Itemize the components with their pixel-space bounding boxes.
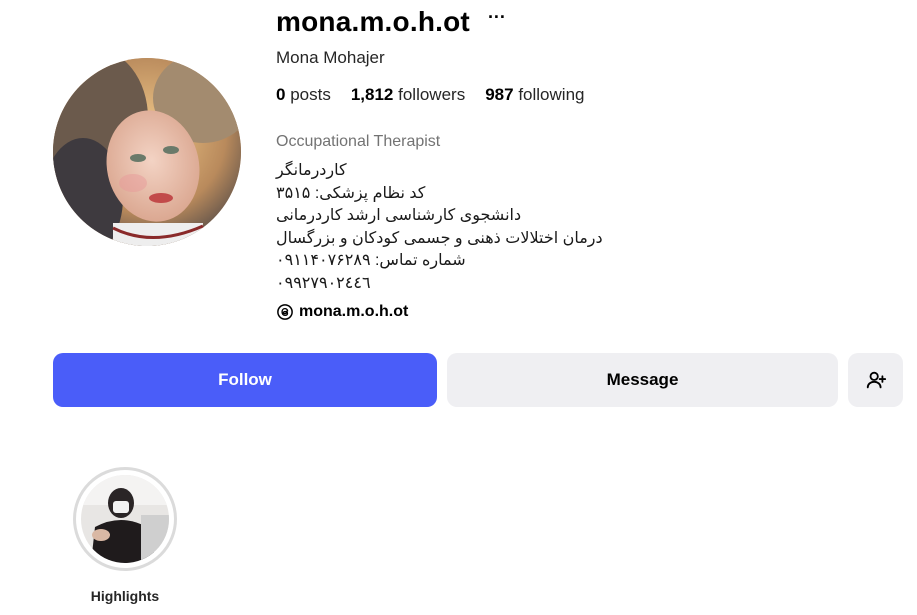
threads-link[interactable]: mona.m.o.h.ot bbox=[276, 303, 408, 321]
story-highlight[interactable]: Highlights bbox=[72, 467, 178, 604]
following-stat[interactable]: 987 following bbox=[485, 85, 584, 105]
bio-line: کد نظام پزشکی: ۳۵۱۵ bbox=[276, 184, 426, 202]
avatar-photo bbox=[53, 58, 241, 246]
bio-line: کاردرمانگر bbox=[276, 162, 347, 179]
message-button[interactable]: Message bbox=[447, 353, 838, 407]
bio-line: درمان اختلالات ذهنی و جسمی کودکان و بزرگ… bbox=[276, 229, 603, 247]
following-count: 987 bbox=[485, 85, 514, 104]
follow-button[interactable]: Follow bbox=[53, 353, 437, 407]
followers-count: 1,812 bbox=[350, 85, 394, 104]
profile-bio: کاردرمانگر کد نظام پزشکی: ۳۵۱۵ دانشجوی ک… bbox=[276, 160, 603, 296]
ellipsis-icon[interactable]: ··· bbox=[484, 8, 510, 36]
profile-category: Occupational Therapist bbox=[276, 133, 441, 150]
highlight-label: Highlights bbox=[90, 588, 160, 604]
add-user-icon bbox=[866, 371, 886, 389]
username: mona.m.o.h.ot bbox=[276, 6, 470, 37]
bio-line: ۰۹۹۲۷۹۰۲٤٤٦ bbox=[276, 274, 371, 292]
posts-count: 0 bbox=[276, 85, 286, 104]
threads-icon bbox=[277, 304, 293, 320]
bio-line: دانشجوی کارشناسی ارشد کاردرمانی bbox=[276, 207, 522, 225]
username-row: mona.m.o.h.ot ··· bbox=[276, 2, 510, 42]
posts-label: posts bbox=[290, 85, 331, 104]
profile-avatar[interactable] bbox=[53, 58, 241, 246]
highlight-ring bbox=[73, 467, 177, 571]
full-name: Mona Mohajer bbox=[276, 48, 385, 67]
highlight-cover bbox=[81, 475, 169, 563]
posts-stat: 0 posts bbox=[276, 85, 331, 105]
threads-handle: mona.m.o.h.ot bbox=[299, 303, 409, 320]
highlight-photo bbox=[81, 475, 169, 563]
followers-stat[interactable]: 1,812 followers bbox=[351, 85, 465, 105]
suggested-users-button[interactable] bbox=[848, 353, 903, 407]
profile-stats: 0 posts 1,812 followers 987 following bbox=[276, 85, 584, 105]
followers-label: followers bbox=[398, 85, 466, 104]
bio-line: شماره تماس: ۰۹۱۱۴۰۷۶۲۸۹ bbox=[276, 252, 466, 270]
following-label: following bbox=[518, 85, 585, 104]
